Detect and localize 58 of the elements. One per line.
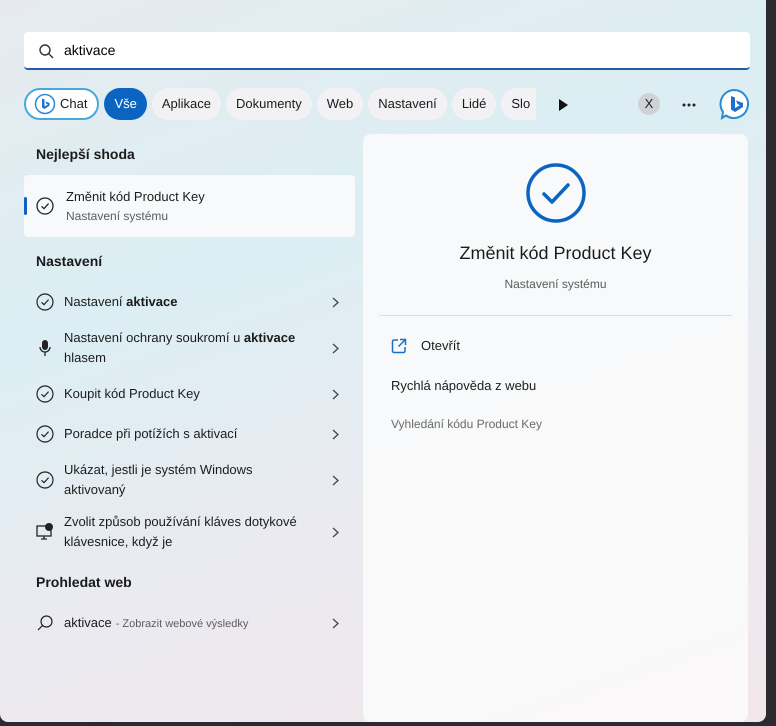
- help-link[interactable]: Vyhledání kódu Product Key: [379, 409, 732, 439]
- check-circle-icon: [36, 197, 54, 215]
- check-circle-icon: [36, 385, 54, 403]
- result-item[interactable]: Ukázat, jestli je systém Windows aktivovaný: [24, 454, 355, 506]
- result-title: Nastavení aktivace: [64, 293, 178, 311]
- filter-tab[interactable]: Slo: [501, 88, 536, 120]
- result-item[interactable]: Koupit kód Product Key: [24, 374, 355, 414]
- chevron-right-icon: [332, 342, 339, 354]
- chat-button[interactable]: Chat: [24, 88, 100, 120]
- filter-tab[interactable]: Web: [316, 88, 364, 120]
- account-avatar[interactable]: X: [638, 93, 660, 115]
- search-icon: [38, 43, 54, 59]
- copilot-button[interactable]: [718, 88, 750, 120]
- check-circle-icon: [524, 162, 586, 224]
- chevron-right-icon: [332, 474, 339, 486]
- monitor-icon: [36, 523, 54, 541]
- filter-tab[interactable]: Vše: [104, 88, 147, 120]
- open-external-icon: [391, 338, 407, 354]
- result-title: Zvolit způsob používání kláves dotykové klávesnice, když je: [64, 513, 298, 551]
- filter-tab[interactable]: Nastavení: [368, 88, 447, 120]
- section-heading: Nejlepší shoda: [35, 145, 136, 164]
- result-title: Ukázat, jestli je systém Windows aktivovaný: [64, 461, 254, 499]
- chevron-right-icon: [332, 428, 339, 440]
- result-item[interactable]: Nastavení aktivace: [24, 282, 355, 322]
- chevron-right-icon: [332, 618, 339, 628]
- result-item[interactable]: Poradce při potížích s aktivací: [24, 414, 355, 454]
- result-item[interactable]: Zvolit způsob používání kláves dotykové klávesnice, když je: [24, 506, 355, 558]
- filter-tab[interactable]: Aplikace: [152, 88, 222, 120]
- chat-bubble-icon: [718, 88, 750, 120]
- section-heading: Nastavení: [35, 252, 104, 271]
- chevron-right-icon: [332, 296, 339, 308]
- check-circle-icon: [36, 425, 54, 443]
- filter-tab[interactable]: Lidé: [452, 88, 496, 120]
- result-title: Nastavení ochrany soukromí u aktivace hlasem: [64, 329, 296, 367]
- more-icon: [682, 102, 696, 107]
- open-action[interactable]: Otevřít: [379, 330, 732, 362]
- chevron-right-icon: [332, 526, 339, 538]
- search-icon: [36, 614, 54, 632]
- filter-tab[interactable]: Dokumenty: [226, 88, 312, 120]
- preview-subtitle: Nastavení systému: [504, 276, 607, 293]
- result-subtitle: Nastavení systému: [66, 208, 170, 225]
- chat-icon: [34, 93, 56, 115]
- selection-indicator: [24, 197, 27, 215]
- best-match-item[interactable]: Změnit kód Product Key Nastavení systému: [24, 175, 355, 237]
- play-icon: [558, 98, 568, 111]
- web-result-text: aktivace - Zobrazit webové výsledky: [64, 614, 250, 632]
- result-item[interactable]: Nastavení ochrany soukromí u aktivace hlasem: [24, 322, 355, 374]
- search-field[interactable]: aktivace: [24, 32, 750, 70]
- result-title: Změnit kód Product Key: [66, 188, 205, 206]
- result-title: Koupit kód Product Key: [64, 385, 201, 403]
- web-result-item[interactable]: aktivace - Zobrazit webové výsledky: [24, 603, 355, 643]
- preview-title: Změnit kód Product Key: [459, 242, 652, 265]
- chevron-right-icon: [332, 388, 339, 400]
- help-heading: Rychlá nápověda z webu: [390, 376, 538, 395]
- section-heading: Prohledat web: [35, 573, 133, 592]
- result-title: Poradce při potížích s aktivací: [64, 425, 238, 443]
- check-circle-icon: [36, 471, 54, 489]
- check-circle-icon: [36, 293, 54, 311]
